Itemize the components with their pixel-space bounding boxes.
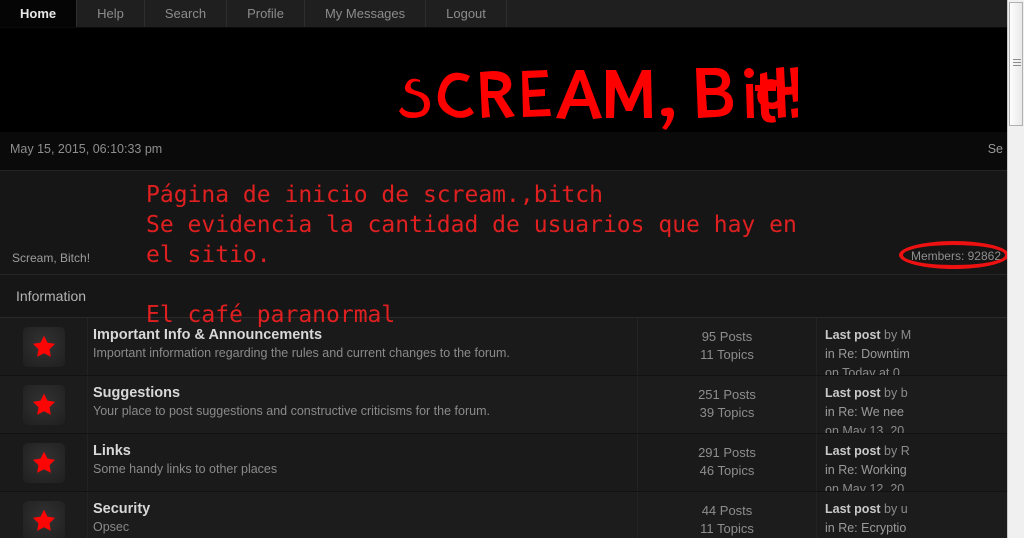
nav-item-label: Logout — [446, 6, 486, 21]
board-post-count: 95 Posts — [701, 329, 753, 344]
board-stats-cell: 95 Posts 11 Topics — [637, 318, 817, 375]
nav-filler — [507, 0, 1007, 27]
category-title[interactable]: Information — [16, 288, 86, 304]
last-post-label: Last post — [825, 386, 881, 400]
table-row[interactable]: Links Some handy links to other places 2… — [0, 434, 1007, 492]
board-description: Some handy links to other places — [93, 462, 278, 476]
last-post-topic[interactable]: in Re: Working — [825, 461, 1007, 480]
search-button[interactable]: Se — [988, 142, 1003, 156]
board-last-post-cell: Last post by u in Re: Ecryptio — [817, 492, 1007, 538]
board-topic-count: 11 Topics — [700, 347, 754, 362]
board-info-cell: Important Info & Announcements Important… — [88, 318, 637, 375]
board-stats-cell: 291 Posts 46 Topics — [637, 434, 817, 491]
board-info-cell: Suggestions Your place to post suggestio… — [88, 376, 637, 433]
nav-item-home[interactable]: Home — [0, 0, 78, 27]
board-stats-cell: 251 Posts 39 Topics — [637, 376, 817, 433]
last-post-date: on Today at 0 — [825, 366, 900, 375]
nav-item-label: Profile — [247, 6, 284, 21]
nav-item-label: My Messages — [324, 6, 406, 21]
board-description: Important information regarding the rule… — [93, 346, 510, 360]
board-icon-cell — [0, 376, 88, 433]
nav-item-label: Help — [97, 6, 124, 21]
nav-item-my-messages[interactable]: My Messages — [305, 0, 427, 27]
board-last-post-cell: Last post by R in Re: Working on May 12,… — [817, 434, 1007, 491]
members-counter: Members: 92862 — [898, 241, 1007, 269]
current-datetime: May 15, 2015, 06:10:33 pm — [10, 142, 163, 156]
board-icon-box — [22, 384, 65, 425]
members-count-label: Members: 92862 — [910, 249, 1001, 263]
board-description: Your place to post suggestions and const… — [93, 404, 490, 418]
nav-item-help[interactable]: Help — [77, 0, 145, 27]
board-post-count: 44 Posts — [701, 503, 753, 518]
board-name-link[interactable]: Security — [93, 501, 637, 517]
star-icon — [32, 451, 55, 473]
last-post-label: Last post — [825, 502, 881, 516]
nav-item-logout[interactable]: Logout — [426, 0, 507, 27]
last-post-author[interactable]: by R — [884, 444, 910, 458]
board-icon-box — [22, 500, 65, 538]
board-last-post-cell: Last post by b in Re: We nee on May 13, … — [817, 376, 1007, 433]
board-icon-box — [22, 326, 65, 367]
board-icon-cell — [0, 318, 88, 375]
last-post-topic[interactable]: in Re: Ecryptio — [825, 519, 1007, 538]
last-post-author[interactable]: by b — [884, 386, 908, 400]
board-info-cell: Security Opsec — [88, 492, 637, 538]
forum-info-strip: Scream, Bitch! Members: 92862 — [0, 171, 1007, 275]
board-stats-cell: 44 Posts 11 Topics — [637, 492, 817, 538]
board-topic-count: 46 Topics — [699, 463, 755, 478]
last-post-author[interactable]: by u — [884, 502, 908, 516]
browser-viewport: Home Help Search Profile My Messages Log… — [0, 0, 1007, 538]
board-list: Important Info & Announcements Important… — [0, 318, 1007, 538]
nav-item-search[interactable]: Search — [145, 0, 228, 27]
board-post-count: 291 Posts — [698, 445, 756, 460]
last-post-label: Last post — [825, 444, 881, 458]
breadcrumb[interactable]: Scream, Bitch! — [12, 251, 90, 265]
board-name-link[interactable]: Important Info & Announcements — [93, 327, 637, 343]
board-info-cell: Links Some handy links to other places — [88, 434, 637, 491]
last-post-date: on May 13, 20 — [825, 424, 905, 433]
vertical-scrollbar[interactable] — [1007, 0, 1024, 538]
board-icon-cell — [0, 492, 88, 538]
table-row[interactable]: Security Opsec 44 Posts 11 Topics Last p… — [0, 492, 1007, 538]
nav-item-profile[interactable]: Profile — [227, 0, 305, 27]
scrollbar-thumb[interactable] — [1009, 2, 1023, 126]
board-topic-count: 39 Topics — [699, 405, 755, 420]
last-post-label: Last post — [825, 328, 881, 342]
board-last-post-cell: Last post by M in Re: Downtim on Today a… — [817, 318, 1007, 375]
last-post-topic[interactable]: in Re: We nee — [825, 403, 1007, 422]
last-post-date: on May 12, 20 — [825, 482, 905, 491]
star-icon — [32, 335, 55, 357]
nav-item-label: Home — [20, 6, 57, 21]
board-name-link[interactable]: Links — [93, 443, 637, 459]
board-name-link[interactable]: Suggestions — [93, 385, 637, 401]
nav-item-label: Search — [164, 6, 207, 21]
last-post-author[interactable]: by M — [884, 328, 911, 342]
board-post-count: 251 Posts — [698, 387, 756, 402]
main-navigation: Home Help Search Profile My Messages Log… — [0, 0, 1007, 28]
board-topic-count: 11 Topics — [700, 521, 754, 536]
star-icon — [32, 393, 55, 415]
category-header: Information — [0, 275, 1007, 318]
board-icon-box — [22, 442, 65, 483]
board-icon-cell — [0, 434, 88, 491]
table-row[interactable]: Suggestions Your place to post suggestio… — [0, 376, 1007, 434]
site-logo[interactable] — [398, 54, 798, 132]
site-banner — [0, 28, 1007, 132]
date-bar: May 15, 2015, 06:10:33 pm Se — [0, 132, 1007, 171]
scrollbar-grip-icon — [1013, 59, 1021, 68]
last-post-topic[interactable]: in Re: Downtim — [825, 345, 1007, 364]
table-row[interactable]: Important Info & Announcements Important… — [0, 318, 1007, 376]
board-description: Opsec — [93, 520, 130, 534]
star-icon — [32, 509, 55, 531]
